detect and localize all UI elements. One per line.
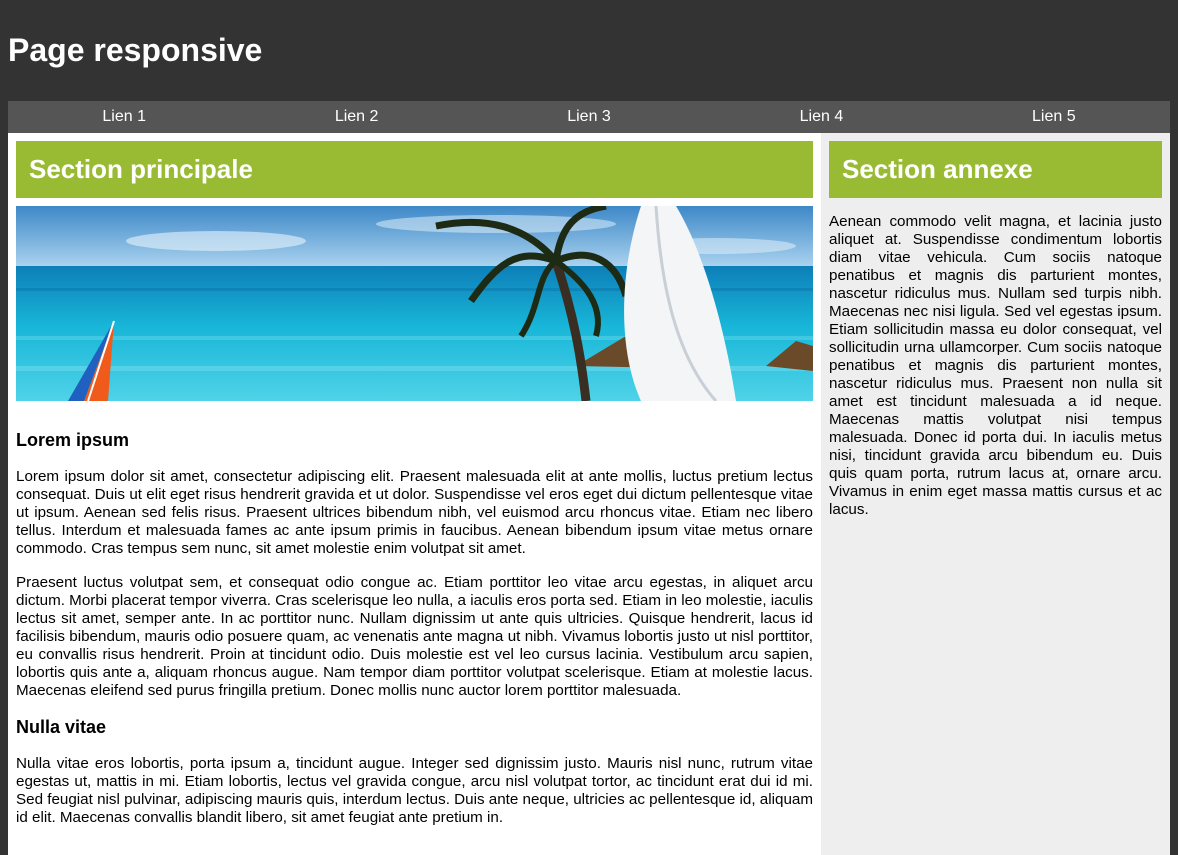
nav-link-4[interactable]: Lien 4 [705, 101, 937, 133]
nav-link-1[interactable]: Lien 1 [8, 101, 240, 133]
article-title-lorem-ipsum: Lorem ipsum [16, 430, 130, 450]
aside-text: Aenean commodo velit magna, et lacinia j… [829, 213, 1162, 518]
hero-image [16, 206, 813, 401]
aside-section-heading: Section annexe [829, 141, 1162, 198]
page-header: Page responsive [0, 0, 1178, 101]
nav-link-2[interactable]: Lien 2 [240, 101, 472, 133]
main-nav: Lien 1 Lien 2 Lien 3 Lien 4 Lien 5 [8, 101, 1170, 133]
main-section-heading: Section principale [16, 141, 813, 198]
article-title-nulla-vitae: Nulla vitae [16, 717, 107, 737]
nav-link-3[interactable]: Lien 3 [473, 101, 705, 133]
nav-link-5[interactable]: Lien 5 [938, 101, 1170, 133]
main-section: Section principale Lorem ipsum Lorem ips… [8, 133, 821, 855]
page-title: Page responsive [8, 32, 263, 68]
main-articles: Lorem ipsum Lorem ipsum dolor sit amet, … [16, 429, 813, 843]
article-paragraph: Praesent luctus volutpat sem, et consequ… [16, 574, 813, 699]
content-area: Section principale Lorem ipsum Lorem ips… [8, 133, 1170, 855]
aside-section: Section annexe Aenean commodo velit magn… [821, 133, 1170, 855]
article-paragraph: Lorem ipsum dolor sit amet, consectetur … [16, 468, 813, 557]
article-paragraph: Nulla vitae eros lobortis, porta ipsum a… [16, 755, 813, 826]
